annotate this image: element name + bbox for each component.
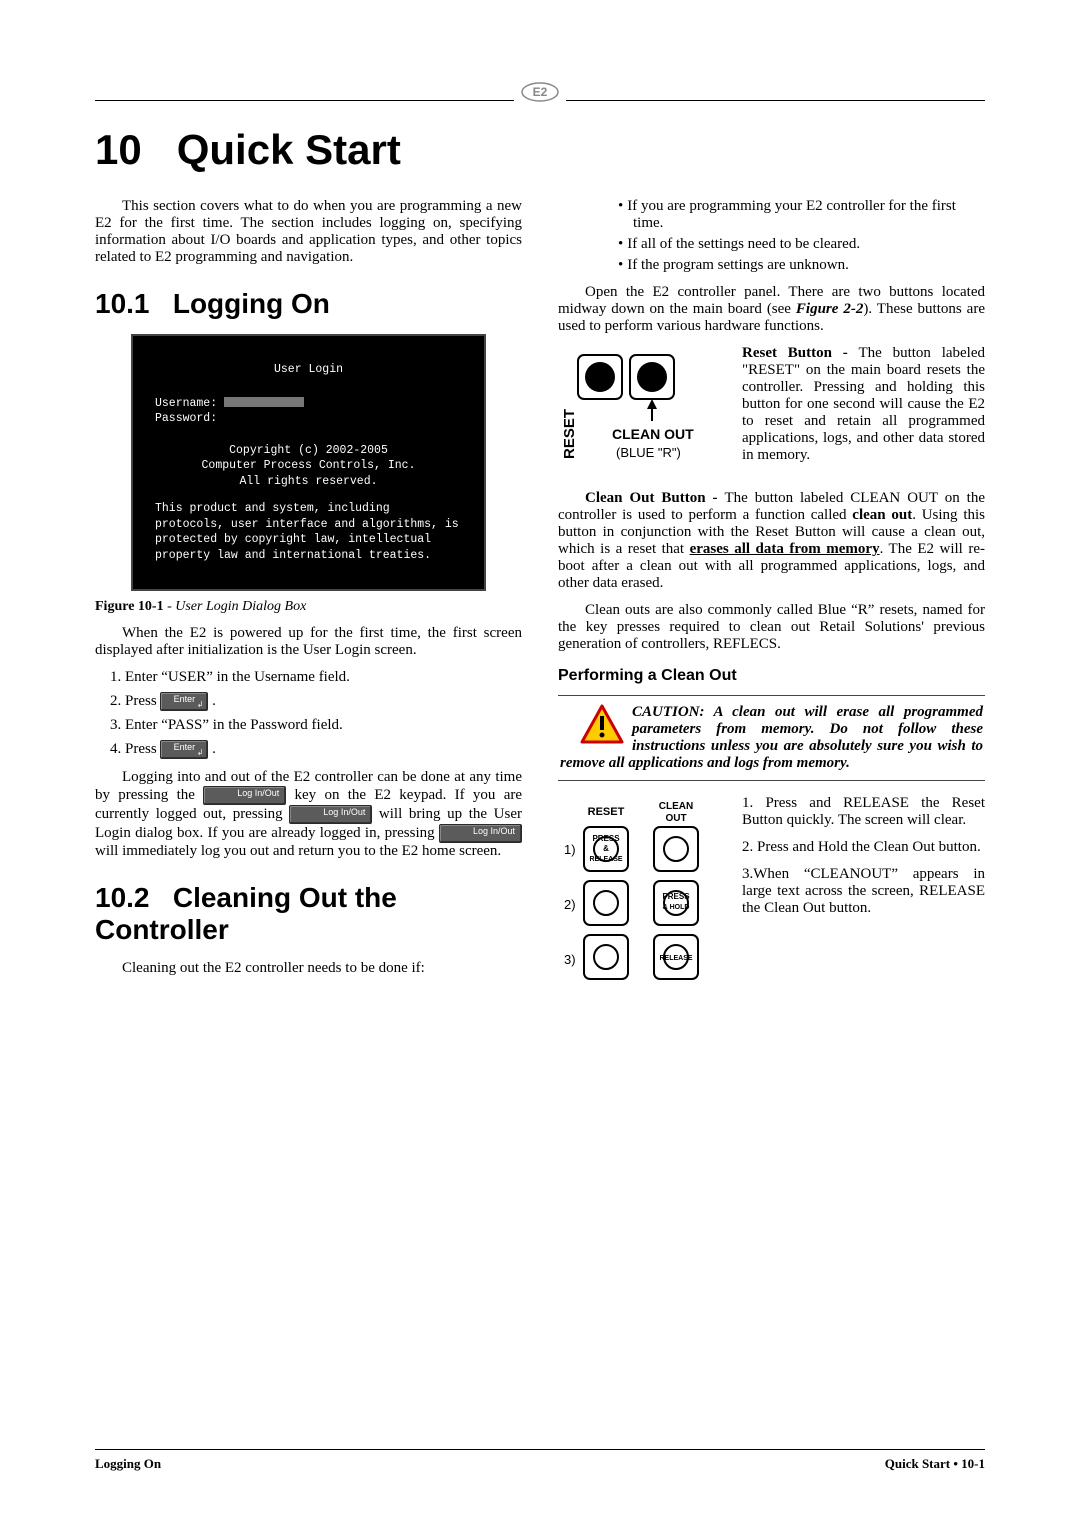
section-10-1-number: 10.1 [95,288,150,319]
cleaning-bullet-1: If you are programming your E2 controlle… [618,198,985,232]
cleaning-lead: Cleaning out the E2 controller needs to … [95,960,522,977]
cleaning-bullet-3: If the program settings are unknown. [618,257,985,274]
svg-text:RELEASE: RELEASE [589,856,622,863]
copyright-line-2: Computer Process Controls, Inc. [155,458,462,474]
log-in-out-key-icon: Log In/Out [203,786,286,805]
svg-text:RELEASE: RELEASE [659,955,692,962]
reset-button-lead: Reset Button - [742,345,858,361]
login-step-4: Press Enter . [125,740,522,759]
warning-icon [580,704,624,744]
para-after-figure: When the E2 is powered up for the first … [95,625,522,659]
reset-cleanout-figure: RESET CLEAN OUT (BLUE "R") [558,349,728,484]
performing-cleanout-heading: Performing a Clean Out [558,667,985,685]
chapter-title: Quick Start [177,126,401,173]
login-inout-paragraph: Logging into and out of the E2 controlle… [95,769,522,860]
svg-text:OUT: OUT [665,813,686,824]
svg-text:CLEAN: CLEAN [659,801,693,812]
svg-text:E2: E2 [533,85,548,99]
username-input-graphic [224,397,304,407]
svg-text:RESET: RESET [588,806,625,818]
login-steps-list: Enter “USER” in the Username field. Pres… [125,669,522,759]
section-10-1-title: Logging On [173,288,330,319]
svg-text:3): 3) [564,952,576,967]
login-title: User Login [155,362,462,378]
section-10-2-number: 10.2 [95,882,150,913]
figure-10-1-desc: - User Login Dialog Box [164,599,307,614]
login-step-2: Press Enter . [125,692,522,711]
svg-text:& HOLD: & HOLD [663,904,690,911]
section-10-2-heading: 10.2 Cleaning Out the Controller [95,882,522,946]
svg-text:RESET: RESET [561,409,578,459]
intro-paragraph: This section covers what to do when you … [95,198,522,266]
cleaning-bullet-2: If all of the settings need to be cleare… [618,236,985,253]
erases-all-data-emphasis: erases all data from memory [690,541,880,557]
enter-key-icon: Enter [160,692,208,711]
username-label: Username: [155,397,217,410]
cleaning-bullets: If you are programming your E2 controlle… [618,198,985,274]
blue-r-paragraph: Clean outs are also commonly called Blue… [558,602,985,653]
page-footer: Logging On Quick Start • 10-1 [95,1449,985,1472]
cleanout-steps-figure: RESET CLEAN OUT 1) PRESS & RELEASE 2) [558,799,728,994]
svg-text:1): 1) [564,842,576,857]
copyright-line-1: Copyright (c) 2002-2005 [155,443,462,459]
login-step-3: Enter “PASS” in the Password field. [125,717,522,734]
footer-left: Logging On [95,1456,161,1472]
user-login-figure: User Login Username: Password: Copyright… [131,334,486,591]
cleanout-button-lead: Clean Out Button - [585,490,724,506]
chapter-heading: 10 Quick Start [95,126,985,174]
svg-text:PRESS: PRESS [662,892,690,901]
svg-text:CLEAN OUT: CLEAN OUT [612,426,694,442]
svg-text:(BLUE "R"): (BLUE "R") [616,445,681,460]
login-step-1: Enter “USER” in the Username field. [125,669,522,686]
enter-key-icon: Enter [160,740,208,759]
copyright-line-3: All rights reserved. [155,474,462,490]
open-panel-paragraph: Open the E2 controller panel. There are … [558,284,985,335]
password-label: Password: [155,412,217,425]
chapter-number: 10 [95,126,142,173]
figure-2-2-ref: Figure 2-2 [796,301,863,317]
svg-text:PRESS: PRESS [592,834,620,843]
log-in-out-key-icon: Log In/Out [439,824,522,843]
caution-box: CAUTION: A clean out will erase all prog… [558,695,985,781]
cleanout-button-paragraph: Clean Out Button - The button labeled CL… [558,490,985,592]
figure-10-1-caption: Figure 10-1 - User Login Dialog Box [95,599,522,615]
legal-text: This product and system, including proto… [155,501,462,563]
log-in-out-key-icon: Log In/Out [289,805,372,824]
svg-text:2): 2) [564,897,576,912]
e2-logo: E2 [95,81,985,108]
section-10-1-heading: 10.1 Logging On [95,288,522,320]
figure-10-1-label: Figure 10-1 [95,599,164,614]
footer-right: Quick Start • 10-1 [885,1456,985,1472]
svg-text:&: & [603,844,609,853]
